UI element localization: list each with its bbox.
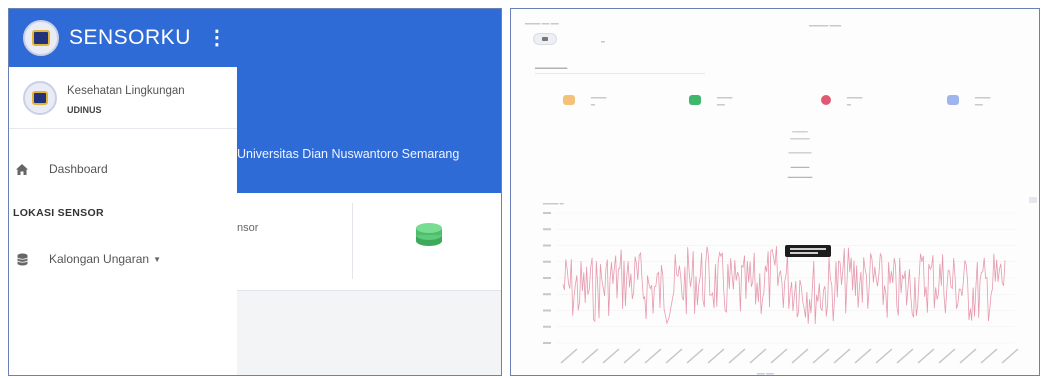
app-logo[interactable] [23,20,59,56]
hero-text: Universitas Dian Nuswantoro Semarang [237,147,460,161]
chart-tooltip [785,245,831,257]
app-brand[interactable]: SENSORKU [69,26,191,50]
stat-item-4: ▁▁▁▁ ▁▁ [947,93,990,107]
stat-text: ▁▁▁▁ ▁ [591,93,607,106]
x-tick-label [644,348,662,364]
x-tick-label [938,348,956,364]
x-tick-label [875,348,893,364]
x-tick-label [896,348,914,364]
x-tick-label [791,348,809,364]
x-tick-label [665,348,683,364]
x-tick-label [917,348,935,364]
preview-chart-title: ▁▁▁▁ ▁ [543,199,564,205]
y-tick-label [543,212,551,214]
x-tick-label [728,348,746,364]
stat-icon [821,95,831,105]
home-icon [15,162,29,176]
org-sub: UDINUS [67,105,102,115]
x-tick-label [623,348,641,364]
y-tick-label [543,228,551,231]
y-tick-label [543,309,551,312]
x-tick-label [1001,348,1019,364]
y-tick-label [543,260,551,263]
preview-dashboard-title: ▁▁▁▁▁▁ [535,62,568,69]
chart-menu-button[interactable] [1029,197,1037,203]
stat-item-3: ▁▁▁▁ ▁ [821,93,862,107]
stat-icon [563,95,575,105]
preview-center-value: ▁▁▁ ▁▁▁▁ [787,159,813,178]
stat-item-2: ▁▁▁▁ ▁▁ [689,93,732,107]
stat-item-1: ▁▁▁▁ ▁ [563,93,606,107]
y-tick-label [543,277,551,279]
screenshot-root: SENSORKU ⋮ Universitas Dian Nuswantoro S… [0,0,1047,378]
card-label: nsor [237,222,259,234]
x-tick-label [707,348,725,364]
x-tick-label [581,348,599,364]
kebab-menu-icon[interactable]: ⋮ [207,28,227,48]
y-tick-label [543,325,551,328]
org-logo [23,81,57,115]
preview-header-center: ▁▁▁▁▁ ▁▁▁ [809,21,842,27]
x-tick-label [686,348,704,364]
preview-center-info: ▁▁▁▁ ▁▁▁▁▁ ▁▁▁▁▁▁ [788,127,812,154]
x-tick-label [833,348,851,364]
y-tick-label [543,342,551,344]
x-tick-label [854,348,872,364]
preview-line-chart [543,212,1019,364]
y-tick-label [543,293,551,296]
top-navbar: SENSORKU ⋮ [9,9,501,67]
x-tick-label [560,348,578,364]
sidebar-header: Kesehatan Lingkungan UDINUS [9,67,237,129]
preview-toggle-hint: ▁ [601,37,605,43]
x-tick-label [959,348,977,364]
sensorku-app-view: SENSORKU ⋮ Universitas Dian Nuswantoro S… [8,8,502,376]
sidebar-item-dashboard[interactable]: Dashboard [9,155,237,183]
sidebar-toggle-button[interactable] [533,33,557,45]
x-tick-label [602,348,620,364]
stat-icon [947,95,959,105]
x-tick-label [812,348,830,364]
preview-footer-link[interactable]: ▁▁ ▁▁ [757,369,774,375]
sidebar-item-label: Dashboard [49,162,108,176]
stat-text: ▁▁▁▁ ▁▁ [975,93,991,106]
coins-icon [416,223,442,246]
x-tick-label [980,348,998,364]
x-tick-label [770,348,788,364]
chart-series-line [562,246,1006,325]
preview-title-underline [535,73,705,74]
section-title-lokasi: LOKASI SENSOR [13,207,104,219]
sidebar: Kesehatan Lingkungan UDINUS Dashboard LO… [9,67,237,375]
sensor-summary-card: nsor [237,193,501,291]
stat-text: ▁▁▁▁ ▁▁ [717,93,733,106]
dashboard-preview: ▁▁▁▁ ▁▁ ▁▁ ▁▁▁▁▁ ▁▁▁ ▁ ▁▁▁▁▁▁ ▁▁▁▁ ▁ ▁▁▁▁… [510,8,1040,376]
sidebar-item-location[interactable]: Kalongan Ungaran ▼ [9,245,237,273]
sidebar-item-label: Kalongan Ungaran [49,252,150,266]
preview-header-left: ▁▁▁▁ ▁▁ ▁▁ [525,19,559,25]
stat-icon [689,95,701,105]
hero-banner: Universitas Dian Nuswantoro Semarang [237,67,501,193]
x-tick-label [749,348,767,364]
database-icon [15,252,29,266]
card-divider [352,203,353,279]
org-name: Kesehatan Lingkungan [67,85,185,97]
chevron-down-icon: ▼ [153,254,161,264]
y-tick-label [543,244,551,247]
stat-text: ▁▁▁▁ ▁ [847,93,863,106]
